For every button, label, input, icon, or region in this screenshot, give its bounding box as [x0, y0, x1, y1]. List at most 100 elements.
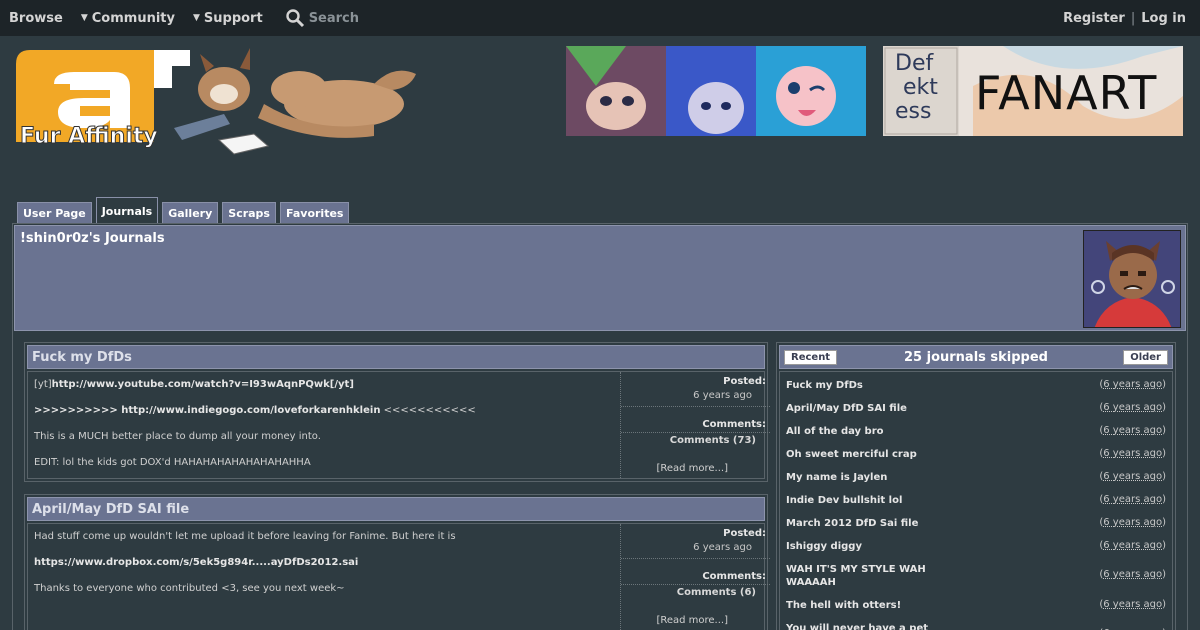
journal-line: EDIT: lol the kids got DOX'd HAHAHAHAHAH…: [34, 457, 311, 468]
line-text: <<<<<<<<<<<: [380, 405, 476, 416]
list-item: Ishiggy diggy (6 years ago): [786, 540, 1166, 553]
journal-list-title[interactable]: April/May DfD SAI file: [786, 402, 956, 415]
journal-line: >>>>>>>>>> http://www.indiegogo.com/love…: [34, 404, 614, 417]
journal-text: [yt]http://www.youtube.com/watch?v=I93wA…: [34, 378, 614, 482]
site-logo[interactable]: Fur Affinity: [14, 44, 424, 160]
journal-list-time: (6 years ago): [1099, 402, 1166, 413]
indiegogo-link[interactable]: >>>>>>>>>> http://www.indiegogo.com/love…: [34, 405, 380, 416]
tab-journals[interactable]: Journals: [95, 197, 159, 224]
dropbox-link[interactable]: https://www.dropbox.com/s/5ek5g894r.....…: [34, 557, 358, 568]
journal-entry: April/May DfD SAI file Had stuff come up…: [24, 494, 770, 630]
journal-list-panel: Recent 25 journals skipped Older Fuck my…: [776, 342, 1176, 630]
journal-entry: Fuck my DfDs [yt]http://www.youtube.com/…: [24, 342, 770, 482]
journal-list-time: (6 years ago): [1099, 569, 1166, 580]
journal-title[interactable]: April/May DfD SAI file: [27, 497, 765, 521]
list-item: The hell with otters! (6 years ago): [786, 599, 1166, 612]
list-item: April/May DfD SAI file (6 years ago): [786, 402, 1166, 415]
journal-list-header: Recent 25 journals skipped Older: [779, 345, 1173, 369]
read-more-link[interactable]: [Read more...]: [656, 615, 728, 626]
journal-list-time: (6 years ago): [1099, 425, 1166, 436]
tab-gallery[interactable]: Gallery: [162, 202, 219, 224]
journal-list-time: (6 years ago): [1099, 517, 1166, 528]
journal-text: Had stuff come up wouldn't let me upload…: [34, 530, 614, 608]
time-text: 6 years ago: [1103, 599, 1163, 610]
nav-separator: |: [1130, 10, 1136, 26]
journal-list-time: (6 years ago): [1099, 540, 1166, 551]
list-item: My name is Jaylen (6 years ago): [786, 471, 1166, 484]
journal-list-time: (6 years ago): [1099, 471, 1166, 482]
journal-body: Had stuff come up wouldn't let me upload…: [27, 523, 770, 630]
list-item: Fuck my DfDs (6 years ago): [786, 379, 1166, 392]
nav-browse[interactable]: Browse: [9, 11, 63, 26]
comments-link[interactable]: Comments (6): [621, 584, 770, 598]
journal-list-title[interactable]: The hell with otters!: [786, 599, 956, 612]
logo-text: Fur Affinity: [20, 124, 159, 150]
list-item: March 2012 DfD Sai file (6 years ago): [786, 517, 1166, 530]
time-text: 6 years ago: [1103, 517, 1163, 528]
nav-support[interactable]: ▼ Support: [193, 11, 263, 26]
list-item: All of the day bro (6 years ago): [786, 425, 1166, 438]
time-text: 6 years ago: [1103, 425, 1163, 436]
journal-list-title[interactable]: You will never have a pet otter: [786, 622, 956, 630]
journal-list-time: (6 years ago): [1099, 494, 1166, 505]
dropdown-triangle-icon: ▼: [80, 13, 88, 23]
journal-body: [yt]http://www.youtube.com/watch?v=I93wA…: [27, 371, 770, 482]
journal-list-title[interactable]: My name is Jaylen: [786, 471, 956, 484]
tab-scraps[interactable]: Scraps: [222, 202, 276, 224]
list-item: Oh sweet merciful crap (6 years ago): [786, 448, 1166, 461]
youtube-link[interactable]: http://www.youtube.com/watch?v=I93wAqnPQ…: [52, 379, 354, 390]
journal-list-title[interactable]: March 2012 DfD Sai file: [786, 517, 956, 530]
comments-label: Comments:: [702, 419, 766, 430]
posted-label: Posted:: [723, 528, 766, 539]
read-more-link[interactable]: [Read more...]: [656, 463, 728, 474]
time-text: 6 years ago: [1103, 471, 1163, 482]
journal-list-title[interactable]: WAH IT'S MY STYLE WAH WAAAAH: [786, 563, 956, 589]
account-links: Register | Log in: [1063, 0, 1186, 36]
journal-list-title[interactable]: Indie Dev bullshit lol: [786, 494, 956, 507]
posted-label: Posted:: [723, 376, 766, 387]
page-title: !shin0r0z's Journals: [20, 231, 165, 246]
journal-list-title[interactable]: Oh sweet merciful crap: [786, 448, 956, 461]
search-box[interactable]: Search: [285, 8, 359, 28]
comments-label: Comments:: [702, 571, 766, 582]
login-link[interactable]: Log in: [1141, 11, 1186, 26]
journal-line: Had stuff come up wouldn't let me upload…: [34, 531, 456, 542]
tab-user-page[interactable]: User Page: [17, 202, 92, 224]
skipped-count: 25 journals skipped: [904, 350, 1048, 365]
journal-list-title[interactable]: All of the day bro: [786, 425, 956, 438]
register-link[interactable]: Register: [1063, 11, 1125, 26]
tag-line-1: Def: [895, 51, 934, 76]
journal-line: Thanks to everyone who contributed <3, s…: [34, 583, 345, 594]
journals-header: !shin0r0z's Journals: [14, 225, 1186, 331]
journal-list: Fuck my DfDs (6 years ago) April/May DfD S…: [779, 371, 1173, 630]
journal-list-time: (6 years ago): [1099, 448, 1166, 459]
tab-favorites[interactable]: Favorites: [279, 202, 350, 224]
journal-list-title[interactable]: Fuck my DfDs: [786, 379, 956, 392]
list-item: WAH IT'S MY STYLE WAH WAAAAH (6 years ago…: [786, 563, 1166, 589]
journal-list-time: (6 years ago): [1099, 379, 1166, 390]
search-placeholder: Search: [308, 10, 360, 26]
time-text: 6 years ago: [1103, 448, 1163, 459]
posted-time: 6 years ago: [621, 542, 770, 559]
tag-line-2: ekt: [903, 75, 938, 100]
journal-title[interactable]: Fuck my DfDs: [27, 345, 765, 369]
journal-list-time: (6 years ago): [1099, 599, 1166, 610]
nav-community[interactable]: ▼ Community: [81, 11, 175, 26]
journal-line: https://www.dropbox.com/s/5ek5g894r.....…: [34, 556, 614, 569]
line-text: [yt]: [34, 379, 52, 390]
avatar[interactable]: [1083, 230, 1181, 328]
dropdown-triangle-icon: ▼: [192, 13, 200, 23]
search-icon: [285, 9, 304, 28]
comments-link[interactable]: Comments (73): [621, 432, 770, 446]
older-button[interactable]: Older: [1123, 350, 1168, 365]
nav-support-label: Support: [203, 10, 263, 26]
journal-line: This is a MUCH better place to dump all …: [34, 431, 321, 442]
time-text: 6 years ago: [1103, 402, 1163, 413]
time-text: 6 years ago: [1103, 569, 1163, 580]
banner-ad-fanart[interactable]: Def ekt ess FANART: [883, 46, 1183, 136]
nav-browse-label: Browse: [9, 10, 63, 26]
journal-list-title[interactable]: Ishiggy diggy: [786, 540, 956, 553]
banner-ad-art[interactable]: [566, 46, 866, 136]
time-text: 6 years ago: [1103, 379, 1163, 390]
journal-line: [yt]http://www.youtube.com/watch?v=I93wA…: [34, 378, 614, 391]
